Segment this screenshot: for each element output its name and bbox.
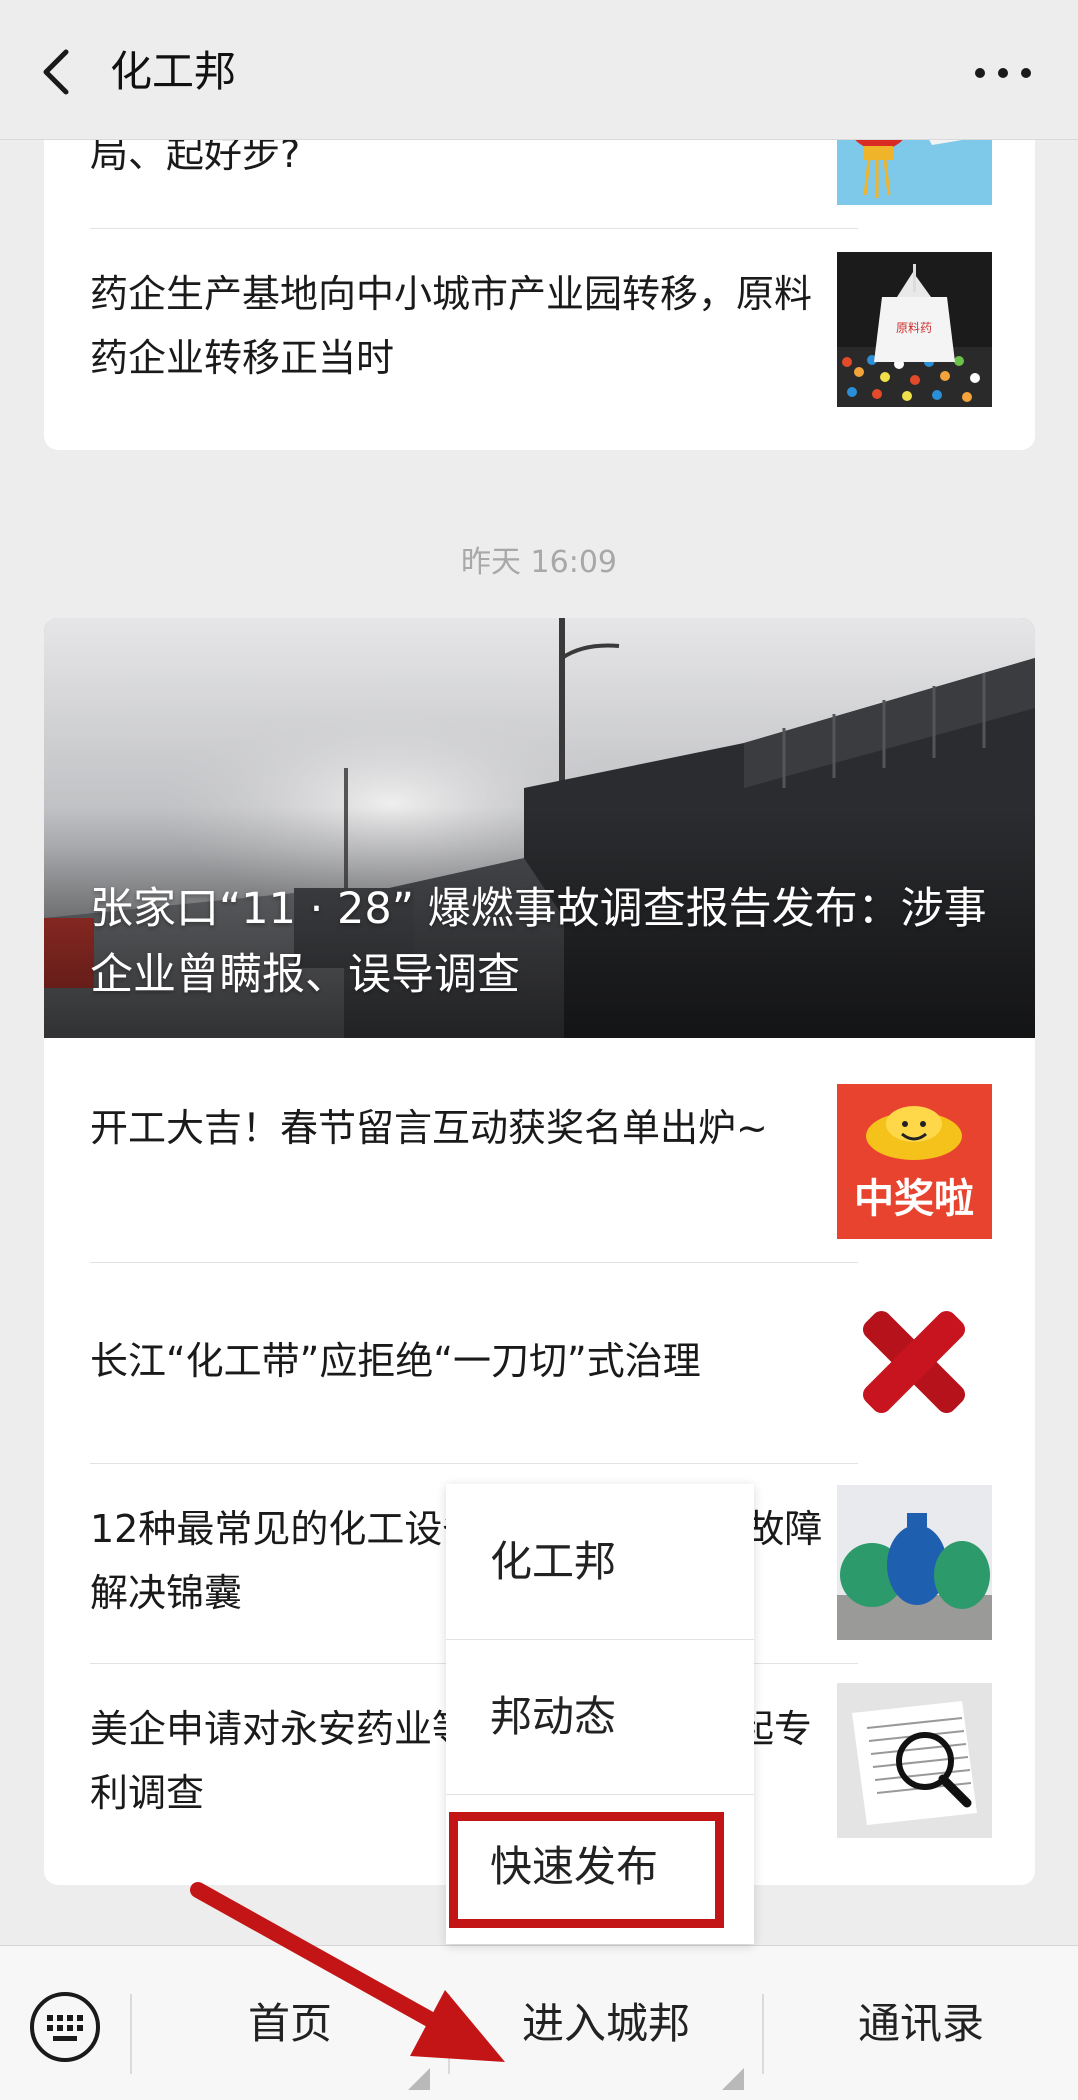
tab-contacts[interactable]: 通讯录 xyxy=(764,1946,1078,2100)
article-thumbnail: 中奖啦 xyxy=(837,1084,992,1239)
svg-text:原料药: 原料药 xyxy=(896,321,932,335)
back-icon[interactable] xyxy=(30,42,90,102)
tab-home[interactable]: 首页 xyxy=(132,1946,448,2100)
hero-article[interactable]: 张家口“11 · 28” 爆燃事故调查报告发布：涉事企业曾瞒报、误导调查 xyxy=(44,618,1035,1038)
submenu-popup: 化工邦 邦动态 快速发布 xyxy=(446,1484,754,1944)
article-thumbnail xyxy=(837,1683,992,1838)
more-options-icon[interactable] xyxy=(968,50,1038,96)
bottom-menu-bar: 首页 进入城邦 通讯录 xyxy=(0,1945,1078,2100)
keyboard-icon[interactable] xyxy=(28,1990,102,2064)
thumbnail-caption: 中奖啦 xyxy=(854,1176,974,1222)
submenu-item-huagongbang[interactable]: 化工邦 xyxy=(446,1484,754,1639)
article-title: 长江“化工带”应拒绝“一刀切”式治理 xyxy=(90,1339,701,1383)
page-title: 化工邦 xyxy=(110,47,237,96)
article-title: 药企生产基地向中小城市产业园转移，原料药企业转移正当时 xyxy=(90,272,813,380)
timestamp: 昨天 16:09 xyxy=(461,545,617,580)
hero-title: 张家口“11 · 28” 爆燃事故调查报告发布：涉事企业曾瞒报、误导调查 xyxy=(90,884,987,1000)
submenu-indicator-icon xyxy=(722,2068,744,2090)
article-thumbnail: 原料药 xyxy=(837,252,992,407)
list-item[interactable]: 开工大吉！春节留言互动获奖名单出炉~ 中奖啦 xyxy=(44,1038,1035,1263)
submenu-indicator-icon xyxy=(408,2068,430,2090)
nav-bar: 化工邦 xyxy=(0,0,1078,140)
article-thumbnail xyxy=(837,1285,992,1440)
divider xyxy=(90,228,858,229)
article-title: 开工大吉！春节留言互动获奖名单出炉~ xyxy=(90,1106,768,1150)
tab-enter-chengbang[interactable]: 进入城邦 xyxy=(450,1946,762,2100)
article-thumbnail xyxy=(837,1485,992,1640)
list-item[interactable]: 药企生产基地向中小城市产业园转移，原料药企业转移正当时 原料药 xyxy=(44,250,1035,430)
submenu-item-quick-publish[interactable]: 快速发布 xyxy=(446,1789,754,1944)
submenu-item-bang-dongtai[interactable]: 邦动态 xyxy=(446,1639,754,1794)
list-item[interactable]: 长江“化工带”应拒绝“一刀切”式治理 xyxy=(44,1263,1035,1463)
article-card-previous: 局、起好步? 药企生产基地向中小城市产业园转移，原料药企业转移正当时 原料药 xyxy=(44,100,1035,450)
